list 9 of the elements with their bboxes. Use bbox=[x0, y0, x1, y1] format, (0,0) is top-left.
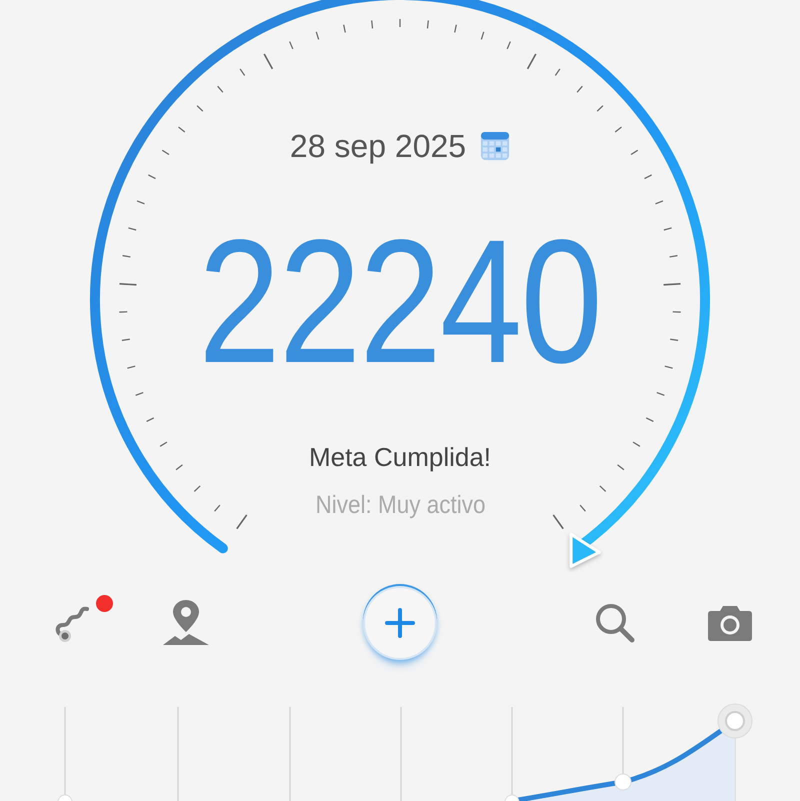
map-pin-icon[interactable] bbox=[160, 598, 210, 648]
add-button[interactable] bbox=[363, 586, 437, 660]
step-count: 22240 bbox=[198, 214, 602, 390]
plus-icon bbox=[384, 606, 416, 638]
activity-level: Nivel: Muy activo bbox=[314, 491, 486, 520]
goal-status: Meta Cumplida! bbox=[308, 442, 492, 473]
arrow-head-icon bbox=[570, 532, 601, 568]
calendar-icon[interactable] bbox=[480, 131, 510, 161]
date-label: 28 sep 2025 bbox=[290, 128, 466, 164]
